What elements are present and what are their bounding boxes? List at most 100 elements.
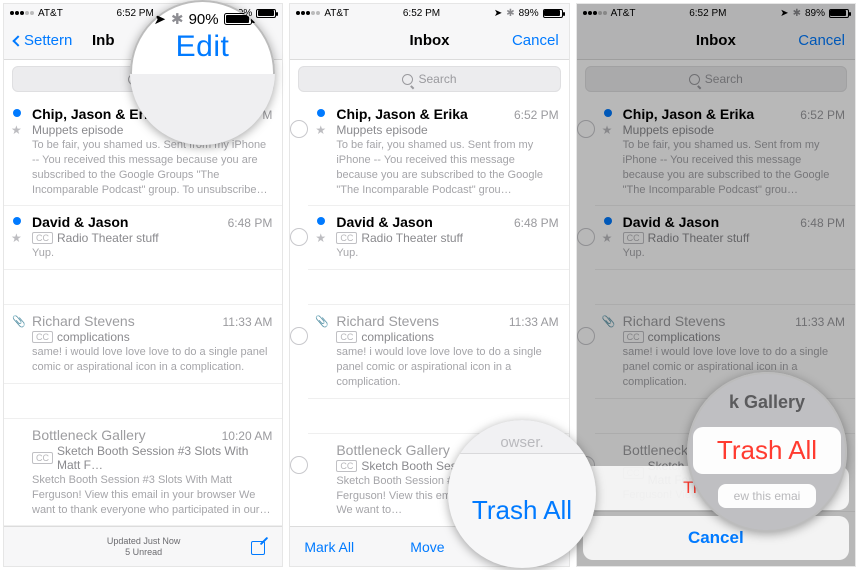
- message-row[interactable]: ★ Chip, Jason & Erika 6:52 PM Muppets ep…: [308, 98, 568, 206]
- message-preview: Yup.: [336, 246, 558, 261]
- message-subject: CC complications: [336, 330, 558, 344]
- bluetooth-icon: ✱: [171, 10, 184, 28]
- select-circle[interactable]: [290, 327, 308, 345]
- battery-pct: 89%: [805, 8, 825, 19]
- select-circle[interactable]: [577, 228, 595, 246]
- message-row[interactable]: Bottleneck Gallery 10:20 AM CC Sketch Bo…: [4, 418, 282, 526]
- star-icon: ★: [315, 232, 326, 244]
- cc-badge: CC: [336, 232, 357, 244]
- attachment-icon: 📎: [315, 315, 329, 328]
- message-row[interactable]: 📎 Richard Stevens 11:33 AM CC complicati…: [308, 304, 568, 399]
- star-icon: ★: [602, 232, 613, 244]
- message-list: ★ Chip, Jason & Erika 6:52 PM Muppets ep…: [4, 98, 282, 526]
- unread-dot-icon: [604, 217, 612, 225]
- battery-pct: 89%: [519, 8, 539, 19]
- signal-dots-icon: [583, 11, 607, 15]
- cc-badge: CC: [32, 232, 53, 244]
- search-icon: [689, 74, 700, 85]
- message-subject: CC Radio Theater stuff: [336, 231, 558, 245]
- message-subject: CC complications: [32, 330, 272, 344]
- cc-badge: CC: [336, 460, 357, 472]
- toolbar-status: Updated Just Now 5 Unread: [36, 536, 251, 558]
- battery-pct-zoom: 90%: [189, 11, 219, 28]
- select-circle[interactable]: [290, 456, 308, 474]
- message-time: 11:33 AM: [509, 315, 559, 329]
- message-time: 6:52 PM: [514, 108, 559, 122]
- action-sheet-trash-all-zoom[interactable]: Trash All: [693, 427, 841, 474]
- cc-badge: CC: [623, 331, 644, 343]
- status-unread: 5 Unread: [36, 547, 251, 558]
- cc-badge: CC: [623, 232, 644, 244]
- status-time: 6:52 PM: [403, 8, 440, 19]
- search-icon: [402, 74, 413, 85]
- battery-icon: [543, 9, 563, 18]
- magnifier-edit: ➤ ✱ 90% Edit: [130, 0, 275, 145]
- message-from: David & Jason: [336, 214, 432, 230]
- message-from: Chip, Jason & Erika: [623, 106, 754, 122]
- nav-title: Inbox: [360, 32, 498, 49]
- unread-dot-icon: [604, 109, 612, 117]
- message-from: Richard Stevens: [336, 313, 439, 329]
- message-preview: same! i would love love love to do a sin…: [32, 345, 272, 375]
- bluetooth-icon: ✱: [793, 8, 801, 19]
- carrier-label: AT&T: [324, 8, 349, 19]
- chevron-left-icon: [12, 35, 23, 46]
- cc-badge: CC: [32, 452, 53, 464]
- search-placeholder: Search: [705, 72, 743, 86]
- search-placeholder: Search: [418, 72, 456, 86]
- message-from: Chip, Jason & Erika: [336, 106, 467, 122]
- star-icon: ★: [602, 124, 613, 136]
- magnifier-action-sheet: k Gallery Trash All ew this emai: [687, 372, 847, 532]
- status-time: 6:52 PM: [117, 8, 154, 19]
- nav-edit-button-zoom[interactable]: Edit: [176, 30, 230, 64]
- magnifier-trash-all: owser. Trash All: [448, 420, 596, 568]
- message-preview: Yup.: [623, 246, 845, 261]
- status-time: 6:52 PM: [689, 8, 726, 19]
- select-circle[interactable]: [290, 228, 308, 246]
- move-button[interactable]: Move: [410, 539, 444, 555]
- mark-all-button[interactable]: Mark All: [304, 539, 354, 555]
- location-icon: ➤: [494, 8, 502, 19]
- status-bar: AT&T 6:52 PM ➤ ✱ 89%: [577, 4, 855, 22]
- search-field[interactable]: Search: [298, 66, 560, 92]
- battery-icon: [829, 9, 849, 18]
- attachment-icon: 📎: [602, 315, 616, 328]
- message-preview: same! i would love love love to do a sin…: [336, 345, 558, 390]
- search-field[interactable]: Search: [585, 66, 847, 92]
- message-row[interactable]: ★ David & Jason 6:48 PM CC Radio Theater…: [595, 206, 855, 270]
- unread-dot-icon: [317, 109, 325, 117]
- unread-dot-icon: [13, 217, 21, 225]
- message-time: 6:48 PM: [228, 216, 273, 230]
- message-row[interactable]: 📎 Richard Stevens 11:33 AM CC complicati…: [4, 304, 282, 384]
- message-row[interactable]: ★ David & Jason 6:48 PM CC Radio Theater…: [308, 206, 568, 270]
- message-from: Bottleneck Gallery: [32, 427, 146, 443]
- toolbar: Updated Just Now 5 Unread: [4, 526, 282, 566]
- select-circle[interactable]: [577, 327, 595, 345]
- message-preview: To be fair, you shamed us. Sent from my …: [32, 138, 272, 197]
- nav-cancel-button[interactable]: Cancel: [499, 32, 559, 49]
- message-time: 6:48 PM: [800, 216, 845, 230]
- message-time: 6:52 PM: [800, 108, 845, 122]
- message-subject: CC complications: [623, 330, 845, 344]
- message-time: 11:33 AM: [223, 315, 273, 329]
- bluetooth-icon: ✱: [506, 8, 514, 19]
- compose-icon[interactable]: [251, 538, 268, 555]
- cc-badge: CC: [32, 331, 53, 343]
- message-preview: Yup.: [32, 246, 272, 261]
- message-time: 10:20 AM: [222, 429, 273, 443]
- message-subject: CC Sketch Booth Session #3 Slots With Ma…: [32, 444, 272, 472]
- select-circle[interactable]: [577, 120, 595, 138]
- message-row[interactable]: ★ David & Jason 6:48 PM CC Radio Theater…: [4, 206, 282, 270]
- action-sheet-cancel[interactable]: Cancel: [583, 516, 849, 560]
- nav-back-button[interactable]: Settern: [14, 32, 74, 49]
- message-preview: Sketch Booth Session #3 Slots With Matt …: [32, 473, 272, 518]
- message-row[interactable]: ★ Chip, Jason & Erika 6:52 PM Muppets ep…: [595, 98, 855, 206]
- unread-dot-icon: [317, 217, 325, 225]
- attachment-icon: 📎: [12, 315, 26, 328]
- status-bar: AT&T 6:52 PM ➤ ✱ 89%: [290, 4, 568, 22]
- select-circle[interactable]: [290, 120, 308, 138]
- signal-dots-icon: [10, 11, 34, 15]
- nav-cancel-button[interactable]: Cancel: [785, 32, 845, 49]
- message-subject: CC Radio Theater stuff: [623, 231, 845, 245]
- message-subject: Muppets episode: [623, 123, 845, 137]
